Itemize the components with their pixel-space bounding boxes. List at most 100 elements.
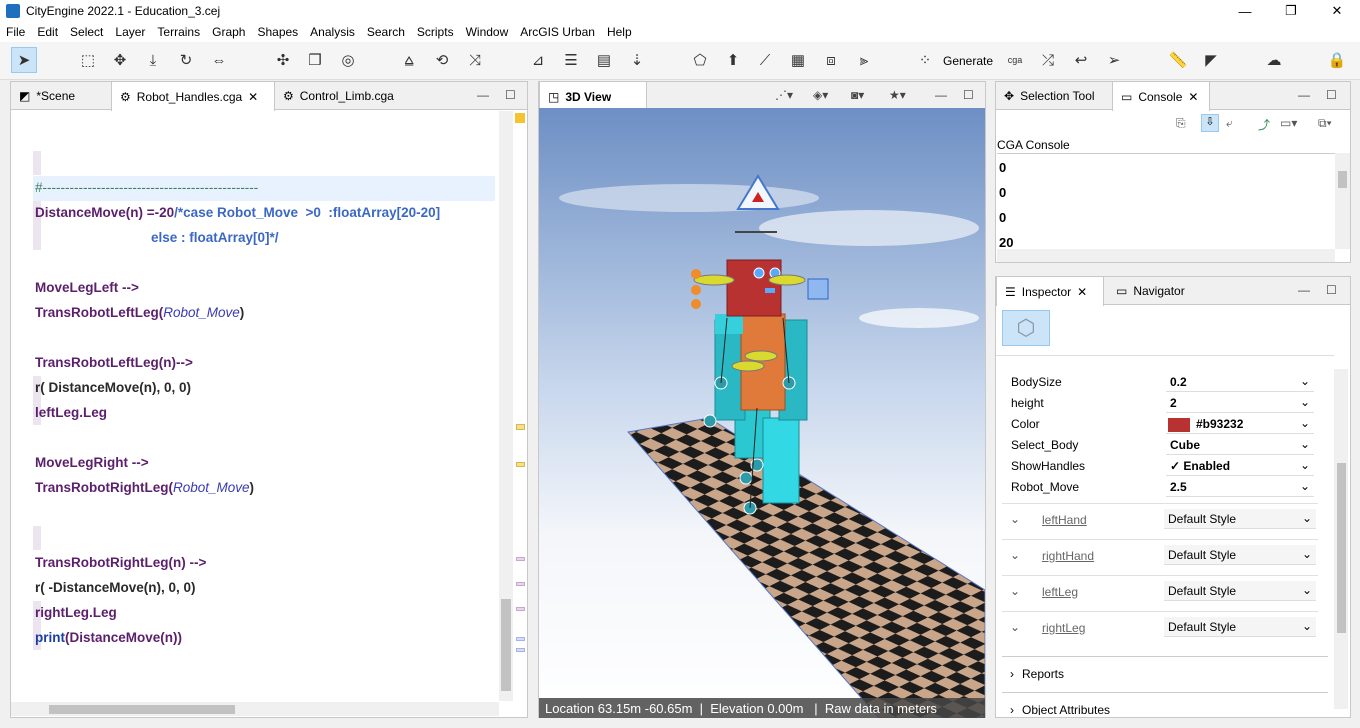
- code-line[interactable]: leftLeg.Leg: [35, 405, 107, 420]
- street-split-icon[interactable]: ⤨: [462, 47, 488, 73]
- expand-chevron-icon[interactable]: ⌄: [1010, 512, 1020, 526]
- code-line-comment[interactable]: else : floatArray[0]*/: [151, 230, 279, 245]
- menu-scripts[interactable]: Scripts: [411, 25, 460, 39]
- frame-select-icon[interactable]: ⬚: [75, 47, 101, 73]
- expand-chevron-icon[interactable]: ⌄: [1010, 584, 1020, 598]
- close-button[interactable]: ✕: [1314, 0, 1360, 22]
- tab-navigator[interactable]: ▭ Navigator: [1108, 277, 1208, 305]
- menu-analysis[interactable]: Analysis: [304, 25, 361, 39]
- rightleg-style-dropdown[interactable]: Default Style ⌄: [1164, 617, 1316, 637]
- righthand-style-dropdown[interactable]: Default Style ⌄: [1164, 545, 1316, 565]
- height-dropdown[interactable]: 2 ⌄: [1166, 394, 1314, 413]
- clear-console-icon[interactable]: ⎘: [1176, 116, 1186, 131]
- pin-console-icon[interactable]: ⤴: [1258, 116, 1270, 133]
- tab-selection-tool[interactable]: ✥ Selection Tool: [996, 82, 1112, 110]
- tab-control-limb[interactable]: ⚙ Control_Limb.cga: [275, 82, 429, 110]
- leftleg-style-dropdown[interactable]: Default Style ⌄: [1164, 581, 1316, 601]
- select-tool-icon[interactable]: ➤: [11, 47, 37, 73]
- generate-label[interactable]: Generate: [943, 54, 993, 68]
- move-down-icon[interactable]: ⤓: [140, 47, 166, 73]
- orbit-icon[interactable]: ◎: [335, 47, 361, 73]
- menu-edit[interactable]: Edit: [31, 25, 64, 39]
- navigate-icon[interactable]: ✣: [270, 47, 296, 73]
- style-link[interactable]: rightLeg: [1042, 621, 1085, 635]
- random-icon[interactable]: ⤮: [1035, 47, 1061, 73]
- grid-tool-icon[interactable]: ☰: [558, 47, 584, 73]
- lock-icon[interactable]: 🔒: [1324, 47, 1350, 73]
- color-swatch[interactable]: [1168, 417, 1190, 432]
- tab-scene[interactable]: ◩ *Scene: [11, 82, 111, 110]
- maximize-panel-icon[interactable]: ☐: [963, 88, 974, 102]
- shape-icon[interactable]: ⬠: [687, 47, 713, 73]
- cga-icon[interactable]: cga: [1002, 47, 1028, 73]
- code-line[interactable]: MoveLegRight -->: [35, 455, 149, 470]
- close-tab-icon[interactable]: ✕: [248, 90, 258, 104]
- layers-icon[interactable]: ❒: [302, 47, 328, 73]
- overview-marker[interactable]: [516, 637, 525, 641]
- scrollbar-thumb[interactable]: [501, 599, 511, 691]
- box-icon[interactable]: ⧈: [818, 47, 844, 73]
- overview-marker[interactable]: [515, 113, 525, 123]
- weather-icon[interactable]: ☁: [1261, 47, 1287, 73]
- close-tab-icon[interactable]: ✕: [1188, 90, 1198, 104]
- polygon-tool-icon[interactable]: ⊿: [525, 47, 551, 73]
- minimize-panel-icon[interactable]: —: [935, 88, 947, 102]
- editor-horizontal-scrollbar[interactable]: [11, 702, 499, 716]
- compass-icon[interactable]: ◤: [1198, 47, 1224, 73]
- code-line[interactable]: TransRobotLeftLeg(n)-->: [35, 355, 193, 370]
- checker-icon[interactable]: ▦: [785, 47, 811, 73]
- code-line[interactable]: print(DistanceMove(n)): [35, 630, 182, 645]
- word-wrap-icon[interactable]: ⤶: [1226, 116, 1233, 131]
- overview-marker[interactable]: [516, 557, 525, 561]
- menu-terrains[interactable]: Terrains: [151, 25, 206, 39]
- tab-3d-view[interactable]: ◳ 3D View: [539, 82, 647, 111]
- bookmarks-star-icon[interactable]: ★▾: [889, 88, 906, 102]
- maximize-panel-icon[interactable]: ☐: [1326, 283, 1337, 297]
- tab-inspector[interactable]: ☰ Inspector ✕: [996, 277, 1104, 306]
- expand-chevron-icon[interactable]: ⌄: [1010, 548, 1020, 562]
- undo-generate-icon[interactable]: ↩: [1068, 47, 1094, 73]
- snapping-icon[interactable]: ⋰▾: [775, 88, 793, 102]
- road-tool-icon[interactable]: ▤: [591, 47, 617, 73]
- overview-marker[interactable]: [516, 607, 525, 611]
- terrain-align-icon[interactable]: ⩠: [396, 47, 422, 73]
- code-line[interactable]: TransRobotRightLeg(Robot_Move): [35, 480, 254, 495]
- maximize-panel-icon[interactable]: ☐: [505, 88, 516, 102]
- code-line[interactable]: rightLeg.Leg: [35, 605, 117, 620]
- menu-select[interactable]: Select: [64, 25, 109, 39]
- move-icon[interactable]: ✥: [107, 47, 133, 73]
- lefthand-style-dropdown[interactable]: Default Style ⌄: [1164, 509, 1316, 529]
- code-line[interactable]: TransRobotRightLeg(n) -->: [35, 555, 206, 570]
- expand-chevron-icon[interactable]: ⌄: [1010, 620, 1020, 634]
- menu-help[interactable]: Help: [601, 25, 638, 39]
- bodysize-dropdown[interactable]: 0.2 ⌄: [1166, 373, 1314, 392]
- scrollbar-thumb[interactable]: [1337, 463, 1346, 633]
- code-line[interactable]: MoveLegLeft -->: [35, 280, 139, 295]
- reports-section[interactable]: › Reports: [1010, 667, 1064, 681]
- minimize-panel-icon[interactable]: —: [1298, 88, 1310, 102]
- code-line[interactable]: r( DistanceMove(n), 0, 0): [35, 380, 191, 395]
- minimize-panel-icon[interactable]: —: [477, 88, 489, 102]
- overview-marker[interactable]: [516, 582, 525, 586]
- code-line[interactable]: TransRobotLeftLeg(Robot_Move): [35, 305, 244, 320]
- menu-arcgis-urban[interactable]: ArcGIS Urban: [514, 25, 601, 39]
- street-tool-icon[interactable]: ⟲: [429, 47, 455, 73]
- minimize-panel-icon[interactable]: —: [1298, 283, 1310, 297]
- console-scrollbar[interactable]: [1335, 153, 1350, 249]
- robot-move-dropdown[interactable]: 2.5 ⌄: [1166, 478, 1314, 497]
- console-output[interactable]: 0 0 0 20: [997, 153, 1335, 249]
- showhandles-dropdown[interactable]: ✓ Enabled ⌄: [1166, 457, 1314, 476]
- menu-graph[interactable]: Graph: [206, 25, 251, 39]
- tab-console[interactable]: ▭ Console ✕: [1112, 82, 1210, 111]
- style-link[interactable]: rightHand: [1042, 549, 1094, 563]
- code-line[interactable]: r( -DistanceMove(n), 0, 0): [35, 580, 196, 595]
- scale-icon[interactable]: ⇔: [206, 47, 232, 73]
- editor-vertical-scrollbar[interactable]: [499, 111, 513, 701]
- menu-window[interactable]: Window: [460, 25, 515, 39]
- minimize-button[interactable]: —: [1222, 0, 1268, 22]
- align-icon[interactable]: ⫸: [851, 47, 877, 73]
- overview-marker[interactable]: [516, 648, 525, 652]
- code-line-comment[interactable]: #---------------------------------------…: [35, 180, 258, 195]
- color-picker[interactable]: #b93232 ⌄: [1166, 415, 1314, 434]
- menu-file[interactable]: File: [0, 25, 31, 39]
